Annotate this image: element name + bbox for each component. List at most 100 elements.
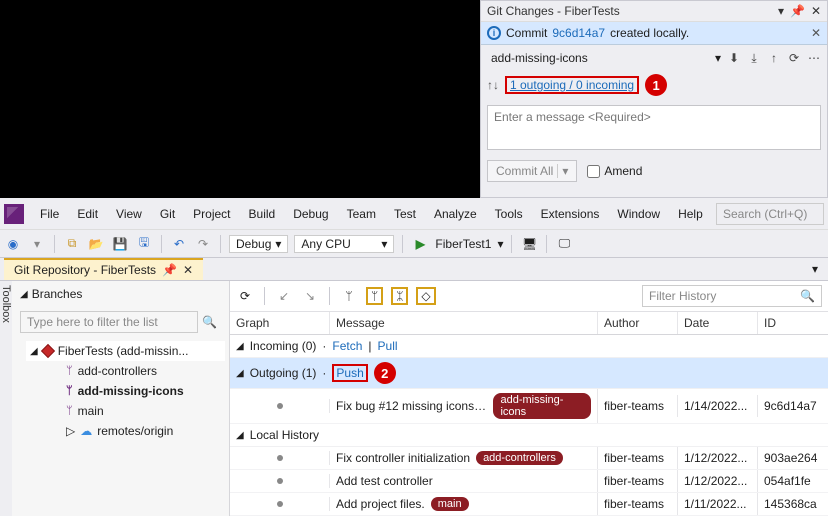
redo-icon[interactable]: ↷ [194, 235, 212, 253]
dismiss-notif-icon[interactable]: ✕ [811, 26, 821, 40]
incoming-section[interactable]: ◢ Incoming (0) · Fetch | Pull [230, 335, 828, 358]
pin-tab-icon[interactable]: 📌 [162, 263, 177, 277]
branch-filter-input[interactable]: Type here to filter the list [20, 311, 198, 333]
notif-prefix: Commit [506, 26, 547, 40]
document-tab-well: Git Repository - FiberTests 📌 ✕ ▾ [0, 258, 828, 280]
menu-analyze[interactable]: Analyze [426, 203, 485, 225]
branches-collapse-icon[interactable]: ◢ [20, 289, 28, 300]
menu-project[interactable]: Project [185, 203, 238, 225]
new-project-icon[interactable]: ⧉ [63, 235, 81, 253]
menu-test[interactable]: Test [386, 203, 424, 225]
tool-icon-2[interactable]: 🖵 [555, 235, 573, 253]
nav-back-icon[interactable]: ◉ [4, 235, 22, 253]
branch-dropdown-icon[interactable]: ▾ [715, 51, 721, 65]
branch-main[interactable]: ᛘ main [26, 401, 225, 421]
col-graph[interactable]: Graph [230, 312, 330, 334]
history-header: Graph Message Author Date ID [230, 312, 828, 335]
commit-hash-link[interactable]: 9c6d14a7 [552, 26, 605, 40]
save-all-icon[interactable]: 🖫 [135, 235, 153, 253]
menu-build[interactable]: Build [241, 203, 284, 225]
branch-badge: add-missing-icons [493, 393, 591, 419]
pull-icon[interactable]: ⤓ [747, 51, 761, 66]
close-tab-icon[interactable]: ✕ [183, 263, 193, 277]
close-panel-icon[interactable]: ✕ [811, 4, 821, 18]
tool-icon-1[interactable]: 🖥 [520, 235, 538, 253]
global-search[interactable]: Search (Ctrl+Q) [716, 203, 824, 225]
more-icon[interactable]: ⋯ [807, 51, 821, 66]
doc-tab-git-repository[interactable]: Git Repository - FiberTests 📌 ✕ [4, 258, 203, 280]
commit-row[interactable]: Fix bug #12 missing icons in...add-missi… [230, 389, 828, 424]
menu-view[interactable]: View [108, 203, 150, 225]
filter2-icon[interactable]: ↘ [301, 287, 319, 305]
branch-add-controllers[interactable]: ᛘ add-controllers [26, 361, 225, 381]
start-target[interactable]: FiberTest1 [435, 237, 491, 251]
fetch-icon[interactable]: ⬇ [727, 51, 741, 66]
tree-repo-node[interactable]: ◢ FiberTests (add-missin... [26, 341, 225, 361]
fetch-link[interactable]: Fetch [332, 339, 362, 353]
graph-node-icon [277, 501, 283, 507]
commit-notification: i Commit 9c6d14a7 created locally. ✕ [481, 22, 827, 45]
history-panel: ⟳ ↙ ↘ ᛘ ᛘ ᛯ ◇ Filter History 🔍 Graph Mes… [230, 281, 828, 516]
branch-add-missing-icons[interactable]: ᛘ add-missing-icons [26, 381, 225, 401]
current-branch[interactable]: add-missing-icons [487, 49, 709, 67]
nav-fwd-icon[interactable]: ▾ [28, 235, 46, 253]
menu-git[interactable]: Git [152, 203, 183, 225]
undo-icon[interactable]: ↶ [170, 235, 188, 253]
save-icon[interactable]: 💾 [111, 235, 129, 253]
col-date[interactable]: Date [678, 312, 758, 334]
col-message[interactable]: Message [330, 312, 598, 334]
amend-checkbox[interactable] [587, 165, 600, 178]
pin-icon[interactable]: 📌 [790, 4, 805, 18]
sync-icon[interactable]: ⟳ [787, 51, 801, 66]
branch-icon: ᛘ [66, 405, 73, 417]
history-filter-input[interactable]: Filter History 🔍 [642, 285, 822, 307]
menu-edit[interactable]: Edit [69, 203, 106, 225]
git-changes-panel: Git Changes - FiberTests ▾ 📌 ✕ i Commit … [480, 0, 828, 198]
expand-icon[interactable]: ▷ [66, 424, 75, 438]
menu-team[interactable]: Team [339, 203, 384, 225]
branches-panel: ◢ Branches Type here to filter the list … [12, 281, 230, 516]
info-icon: i [487, 26, 501, 40]
start-drop-icon[interactable]: ▾ [497, 237, 503, 251]
repo-diamond-icon [41, 344, 55, 358]
platform-select[interactable]: Any CPU▾ [294, 235, 394, 253]
pull-link[interactable]: Pull [378, 339, 398, 353]
main-toolbar: ◉ ▾ ⧉ 📂 💾 🖫 ↶ ↷ Debug▾ Any CPU▾ ▶ FiberT… [0, 230, 828, 258]
commit-row[interactable]: Fix controller initializationadd-control… [230, 447, 828, 470]
show-first-parent-icon[interactable]: ᛘ [366, 287, 383, 305]
local-history-section[interactable]: ◢ Local History [230, 424, 828, 447]
commit-dropdown-icon[interactable]: ▾ [557, 164, 568, 178]
search-icon[interactable]: 🔍 [800, 289, 815, 303]
commit-message-input[interactable]: Enter a message <Required> [487, 105, 821, 150]
menu-window[interactable]: Window [609, 203, 668, 225]
tabs-overflow-icon[interactable]: ▾ [806, 262, 824, 276]
col-id[interactable]: ID [758, 312, 828, 334]
refresh-icon[interactable]: ⟳ [236, 287, 254, 305]
toolbox-sidebar-tab[interactable]: Toolbox [0, 281, 12, 516]
dropdown-icon[interactable]: ▾ [778, 4, 784, 18]
commit-row[interactable]: Add test controller fiber-teams 1/12/202… [230, 470, 828, 493]
menu-extensions[interactable]: Extensions [533, 203, 608, 225]
notif-suffix: created locally. [610, 26, 689, 40]
start-button-icon[interactable]: ▶ [411, 235, 429, 253]
outgoing-incoming-link[interactable]: 1 outgoing / 0 incoming [505, 76, 639, 94]
open-icon[interactable]: 📂 [87, 235, 105, 253]
branch-icon-tb[interactable]: ᛘ [340, 287, 358, 305]
menu-debug[interactable]: Debug [285, 203, 336, 225]
outgoing-section[interactable]: ◢ Outgoing (1) · Push 2 [230, 358, 828, 389]
push-link[interactable]: Push [332, 364, 367, 382]
filter-icon[interactable]: ↙ [275, 287, 293, 305]
commit-row[interactable]: Add project files.main fiber-teams 1/11/… [230, 493, 828, 516]
menu-file[interactable]: File [32, 203, 67, 225]
git-panel-title: Git Changes - FiberTests [487, 4, 620, 18]
branch-remotes-origin[interactable]: ▷ ☁ remotes/origin [26, 421, 225, 441]
show-remotes-icon[interactable]: ◇ [416, 287, 435, 305]
search-icon[interactable]: 🔍 [198, 315, 221, 329]
menu-tools[interactable]: Tools [487, 203, 531, 225]
col-author[interactable]: Author [598, 312, 678, 334]
push-icon[interactable]: ↑ [767, 51, 781, 66]
show-tags-icon[interactable]: ᛯ [391, 287, 408, 305]
config-select[interactable]: Debug▾ [229, 235, 288, 253]
menu-help[interactable]: Help [670, 203, 711, 225]
commit-all-button[interactable]: Commit All ▾ [487, 160, 577, 182]
